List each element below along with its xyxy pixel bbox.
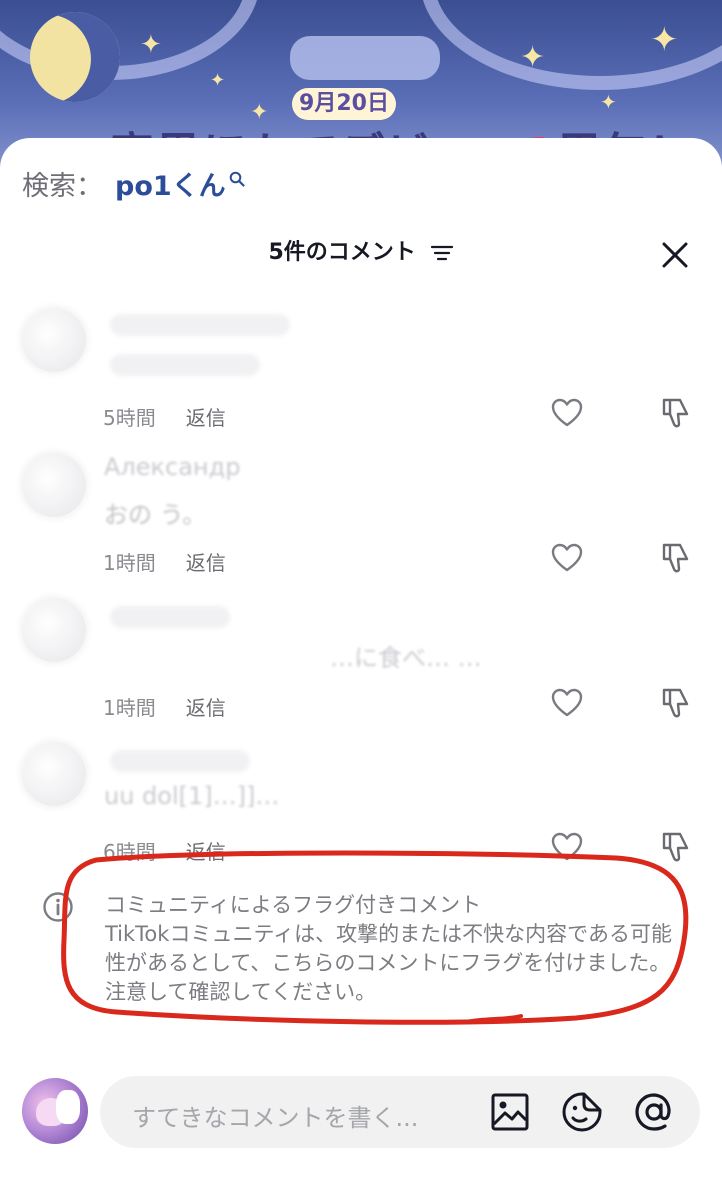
faded-username [110,314,290,336]
comment-input-bar: すてきなコメントを書く... [0,1064,722,1184]
banner-date: 9月20日 [292,88,396,120]
star-icon: ✦ [600,90,617,114]
star-icon: ✦ [650,20,679,60]
comment-input[interactable]: すてきなコメントを書く... [100,1076,700,1148]
reply-button[interactable]: 返信 [186,547,226,576]
flagged-comment-notice: コミュニティによるフラグ付きコメント TikTokコミュニティは、攻撃的または不… [105,891,685,1007]
thumbs-down-icon[interactable] [660,830,694,864]
heart-icon[interactable] [551,543,583,573]
reply-button[interactable]: 返信 [186,402,226,431]
avatar-art [56,1090,80,1124]
faded-username: Александр [104,453,241,481]
faded-username [110,750,250,772]
faded-comment-text: …に食べ… … [330,644,482,672]
avatar[interactable] [22,742,86,806]
comment-meta: 6時間 返信 [103,836,226,865]
faded-comment-text: uu dol[1]…]]… [104,782,280,810]
star-icon: ✦ [140,30,162,60]
search-icon [229,171,245,187]
faded-username [110,606,230,628]
thumbs-down-icon[interactable] [660,686,694,720]
avatar[interactable] [22,308,86,372]
thumbs-down-icon[interactable] [660,396,694,430]
faded-comment-text: おの う。 [104,501,207,529]
sort-icon[interactable] [431,244,454,262]
comment-sheet: 検索： po1くん 5件のコメント 5時間 返信 Александр おの う。… [0,138,722,1200]
close-icon[interactable] [658,238,692,272]
comment-time: 1時間 [103,551,156,575]
emoji-icon[interactable] [560,1090,604,1134]
related-search[interactable]: 検索： po1くん [22,164,245,203]
bow-decoration [290,36,440,80]
comment-count-title: 5件のコメント [268,240,416,265]
comment-time: 6時間 [103,840,156,864]
comments-header: 5件のコメント [0,234,722,266]
reply-button[interactable]: 返信 [186,692,226,721]
comment-meta: 1時間 返信 [103,692,226,721]
at-icon[interactable] [632,1090,676,1134]
thumbs-down-icon[interactable] [660,541,694,575]
search-term-link[interactable]: po1くん [115,164,226,203]
search-prefix: 検索： [22,171,103,202]
reply-button[interactable]: 返信 [186,836,226,865]
comment-meta: 5時間 返信 [103,402,226,431]
star-icon: ✦ [210,70,226,91]
my-avatar[interactable] [22,1078,88,1144]
comment-time: 5時間 [103,406,156,430]
notice-title: コミュニティによるフラグ付きコメント [105,893,482,917]
info-icon [43,892,73,922]
comment-time: 1時間 [103,696,156,720]
faded-comment-text [110,354,260,376]
heart-icon[interactable] [551,398,583,428]
image-icon[interactable] [488,1090,532,1134]
comment-input-placeholder: すてきなコメントを書く... [132,1104,419,1132]
heart-icon[interactable] [551,688,583,718]
star-icon: ✦ [520,40,546,75]
notice-body: TikTokコミュニティは、攻撃的または不快な内容である可能性があるとして、こち… [105,922,672,1004]
avatar[interactable] [22,453,86,517]
avatar[interactable] [22,598,86,662]
comment-meta: 1時間 返信 [103,547,226,576]
heart-icon[interactable] [551,832,583,862]
